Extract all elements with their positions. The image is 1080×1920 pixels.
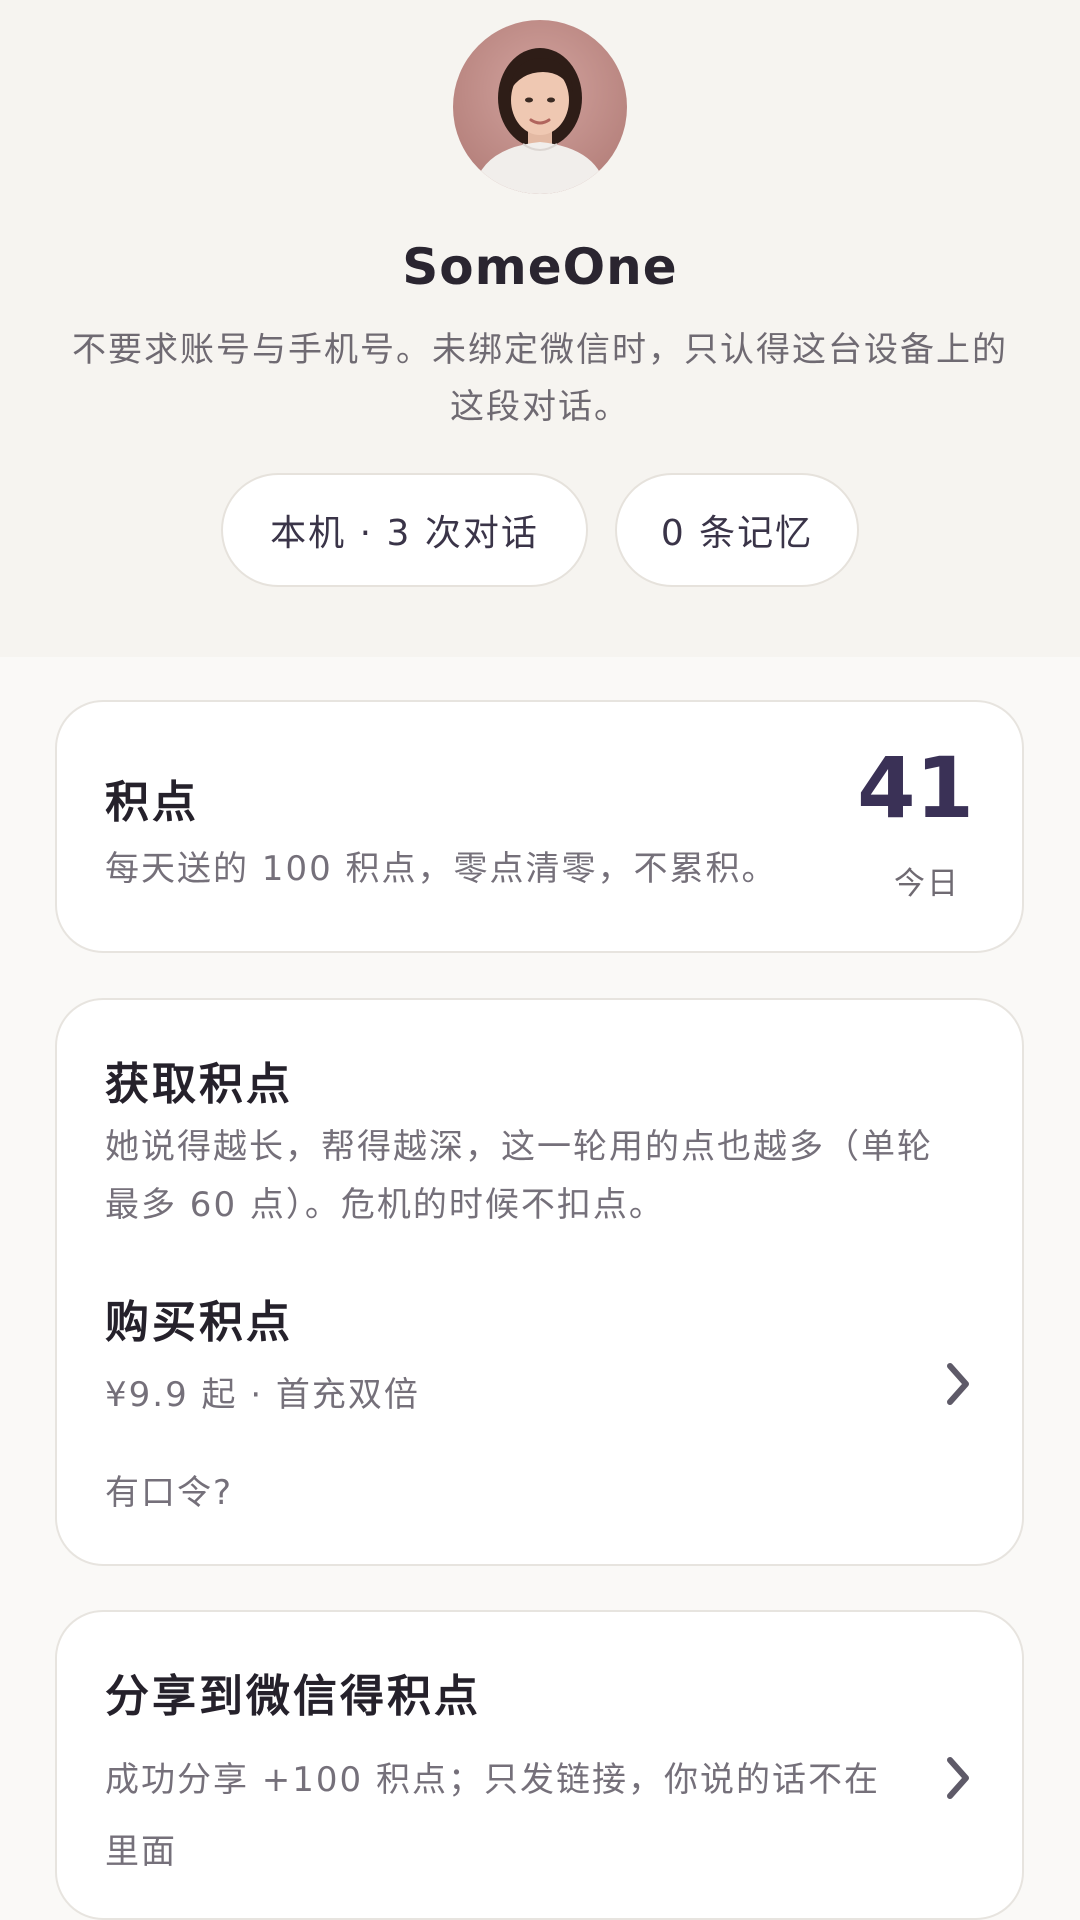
profile-header: SomeOne 不要求账号与手机号。未绑定微信时，只认得这台设备上的这段对话。 … bbox=[0, 0, 1080, 657]
points-description: 每天送的 100 积点，零点清零，不累积。 bbox=[105, 849, 778, 889]
profile-name: SomeOne bbox=[402, 238, 678, 296]
earn-card: 获取积点 她说得越长，帮得越深，这一轮用的点也越多（单轮最多 60 点）。危机的… bbox=[55, 998, 1024, 1566]
profile-subtitle: 不要求账号与手机号。未绑定微信时，只认得这台设备上的这段对话。 bbox=[72, 330, 1008, 427]
buy-points-description: ¥9.9 起 · 首充双倍 bbox=[105, 1375, 420, 1415]
share-card[interactable]: 分享到微信得积点 成功分享 +100 积点；只发链接，你说的话不在里面 bbox=[55, 1610, 1024, 1920]
earn-description: 她说得越长，帮得越深，这一轮用的点也越多（单轮最多 60 点）。危机的时候不扣点… bbox=[105, 1127, 933, 1225]
earn-title: 获取积点 bbox=[105, 1059, 293, 1110]
points-title: 积点 bbox=[105, 777, 199, 828]
avatar[interactable] bbox=[453, 20, 627, 194]
buy-points-row[interactable]: 购买积点 ¥9.9 起 · 首充双倍 bbox=[57, 1270, 1022, 1440]
buy-points-title: 购买积点 bbox=[105, 1297, 293, 1348]
avatar-portrait-icon bbox=[473, 48, 607, 194]
chevron-right-icon bbox=[947, 1363, 969, 1405]
share-description: 成功分享 +100 积点；只发链接，你说的话不在里面 bbox=[105, 1760, 880, 1872]
stat-pill-conversations[interactable]: 本机 · 3 次对话 bbox=[221, 473, 588, 587]
redeem-code-link[interactable]: 有口令? bbox=[105, 1464, 233, 1522]
points-value-label: 今日 bbox=[894, 866, 960, 902]
stat-pill-memories[interactable]: 0 条记忆 bbox=[615, 473, 859, 587]
points-value: 41 bbox=[857, 739, 974, 837]
points-card: 积点 每天送的 100 积点，零点清零，不累积。 41 今日 bbox=[55, 700, 1024, 953]
chevron-right-icon bbox=[947, 1757, 969, 1799]
share-title: 分享到微信得积点 bbox=[105, 1671, 481, 1722]
